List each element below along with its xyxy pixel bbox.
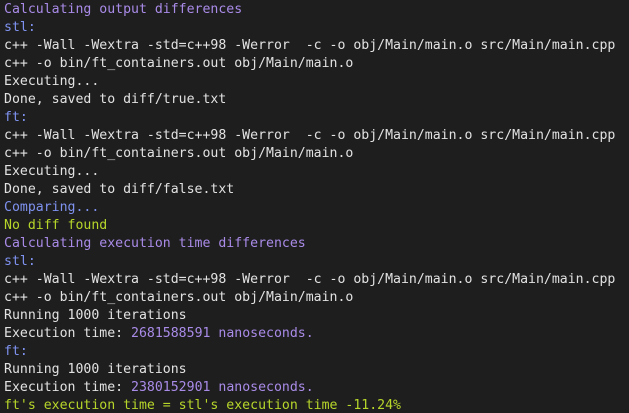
terminal-line: c++ -o bin/ft_containers.out obj/Main/ma… [4,289,629,307]
terminal-line: Calculating output differences [4,1,629,19]
terminal-line: c++ -o bin/ft_containers.out obj/Main/ma… [4,145,629,163]
terminal-line: Execution time: 2380152901 nanoseconds. [4,379,629,397]
terminal-line: stl: [4,19,629,37]
terminal-text-segment: Done, saved to diff/true.txt [4,92,227,107]
terminal-line: Calculating execution time differences [4,235,629,253]
terminal-line: Done, saved to diff/false.txt [4,181,629,199]
terminal-line: ft: [4,109,629,127]
terminal-line: Comparing... [4,199,629,217]
terminal-text-segment: ft: [4,344,28,359]
terminal-text-segment: Comparing... [4,200,100,215]
terminal-line: c++ -Wall -Wextra -std=c++98 -Werror -c … [4,37,629,55]
terminal-text-segment: stl: [4,20,36,35]
terminal-line: Running 1000 iterations [4,361,629,379]
terminal-text-segment: 2681588591 nanoseconds. [131,326,314,341]
terminal-text-segment: Running 1000 iterations [4,362,187,377]
terminal-line: Execution time: 2681588591 nanoseconds. [4,325,629,343]
terminal-text-segment: Calculating execution time differences [4,236,306,251]
terminal-text-segment: c++ -Wall -Wextra -std=c++98 -Werror -c … [4,272,616,287]
terminal-text-segment: c++ -o bin/ft_containers.out obj/Main/ma… [4,290,354,305]
terminal-text-segment: Calculating output differences [4,2,243,17]
terminal-text-segment: Execution time: [4,326,132,341]
terminal-line: c++ -o bin/ft_containers.out obj/Main/ma… [4,55,629,73]
terminal-output[interactable]: Calculating output differences stl: c++ -W… [0,0,629,413]
terminal-text-segment: No diff found [4,218,108,233]
terminal-line: Done, saved to diff/true.txt [4,91,629,109]
terminal-line: Executing... [4,73,629,91]
terminal-text-segment: Running 1000 iterations [4,308,187,323]
terminal-text-segment: c++ -o bin/ft_containers.out obj/Main/ma… [4,146,354,161]
terminal-text-segment: c++ -o bin/ft_containers.out obj/Main/ma… [4,56,354,71]
terminal-text-segment: stl: [4,254,36,269]
terminal-line: c++ -Wall -Wextra -std=c++98 -Werror -c … [4,271,629,289]
terminal-text-segment: Execution time: [4,380,132,395]
terminal-text-segment: c++ -Wall -Wextra -std=c++98 -Werror -c … [4,128,616,143]
terminal-text-segment: c++ -Wall -Wextra -std=c++98 -Werror -c … [4,38,616,53]
terminal-line: No diff found [4,217,629,235]
terminal-line: c++ -Wall -Wextra -std=c++98 -Werror -c … [4,127,629,145]
terminal-text-segment: Executing... [4,164,100,179]
terminal-text-segment: 2380152901 nanoseconds. [131,380,314,395]
terminal-line: Running 1000 iterations [4,307,629,325]
terminal-line: Executing... [4,163,629,181]
terminal-line: ft's execution time = stl's execution ti… [4,397,629,413]
terminal-text-segment: Done, saved to diff/false.txt [4,182,235,197]
terminal-text-segment: ft's execution time = stl's execution ti… [4,398,401,413]
terminal-line: stl: [4,253,629,271]
terminal-line: ft: [4,343,629,361]
terminal-text-segment: Executing... [4,74,100,89]
terminal-text-segment: ft: [4,110,28,125]
